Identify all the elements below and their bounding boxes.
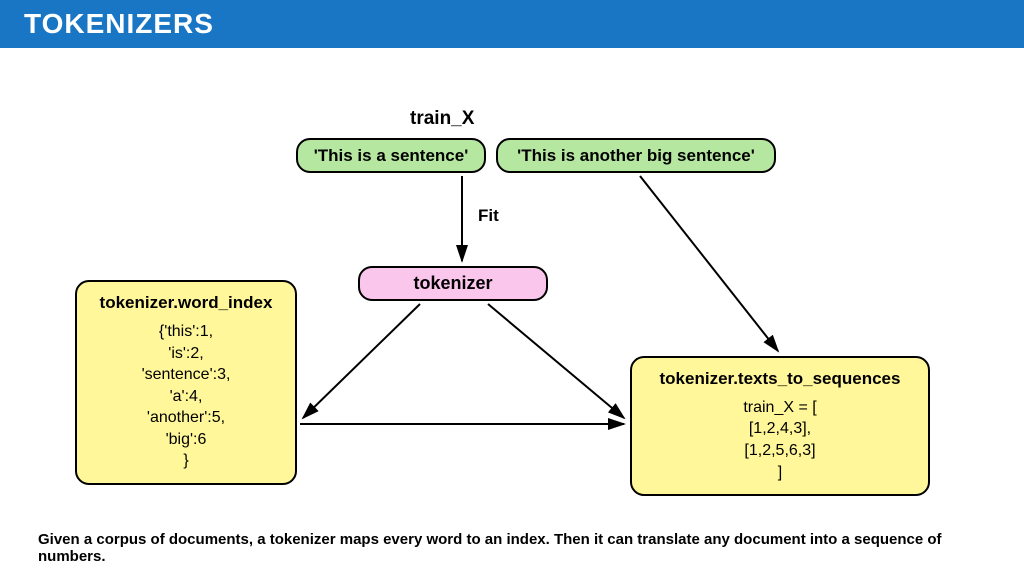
- slide-title-bar: TOKENIZERS: [0, 0, 1024, 48]
- tokenizer-label: tokenizer: [413, 273, 492, 294]
- sentence-1-text: 'This is a sentence': [314, 146, 469, 166]
- sentence-2-text: 'This is another big sentence': [517, 146, 755, 166]
- fit-label: Fit: [478, 206, 499, 226]
- train-x-label: train_X: [410, 108, 474, 130]
- slide-caption: Given a corpus of documents, a tokenizer…: [38, 531, 1004, 565]
- texts-to-sequences-box: tokenizer.texts_to_sequences train_X = […: [630, 356, 930, 496]
- texts-to-sequences-title: tokenizer.texts_to_sequences: [660, 369, 901, 389]
- texts-to-sequences-body: train_X = [ [1,2,4,3], [1,2,5,6,3] ]: [743, 397, 816, 483]
- diagram-area: train_X 'This is a sentence' 'This is an…: [0, 48, 1024, 528]
- word-index-box: tokenizer.word_index {'this':1, 'is':2, …: [75, 280, 297, 485]
- tokenizer-box: tokenizer: [358, 266, 548, 301]
- word-index-body: {'this':1, 'is':2, 'sentence':3, 'a':4, …: [142, 321, 231, 472]
- sentence-box-1: 'This is a sentence': [296, 138, 486, 173]
- sentence-box-2: 'This is another big sentence': [496, 138, 776, 173]
- slide-title: TOKENIZERS: [24, 8, 214, 39]
- word-index-title: tokenizer.word_index: [100, 293, 273, 313]
